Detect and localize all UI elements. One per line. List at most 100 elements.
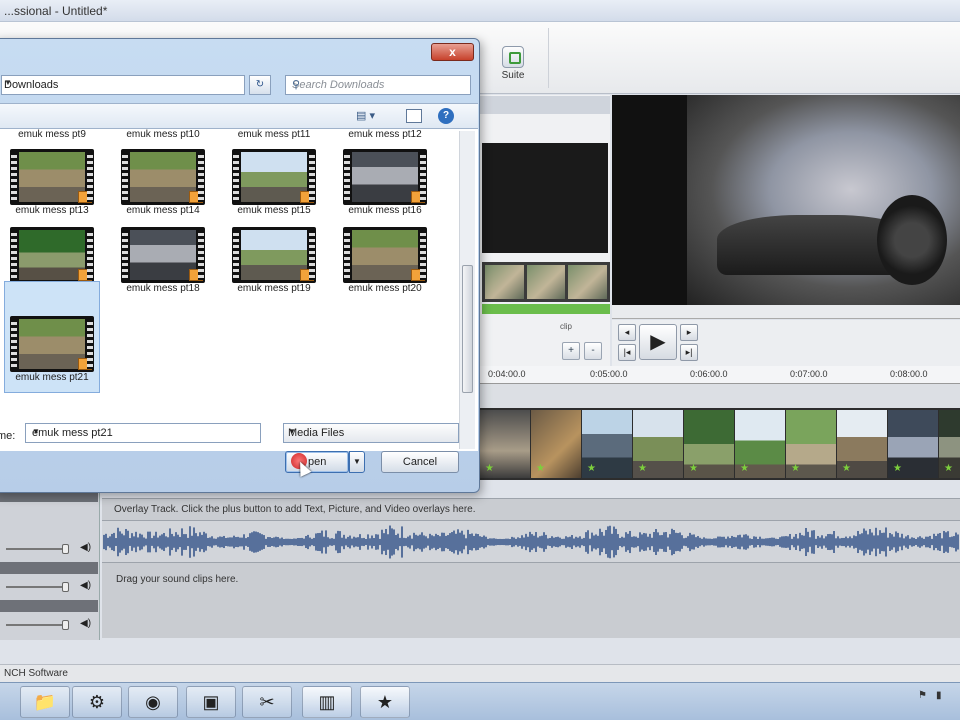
sound-volume-slider[interactable] [6,624,66,626]
chevron-down-icon[interactable]: ▼ [288,427,454,436]
status-bar: NCH Software [0,664,960,682]
file-item[interactable]: emuk mess pt21 [4,281,100,393]
search-input[interactable]: Search Downloads ⚲ [285,75,471,95]
file-item[interactable]: emuk mess pt15 [226,149,322,216]
video-clip-thumbnail[interactable]: ★ [837,410,887,478]
timeline-scroll-area[interactable] [480,384,960,408]
audio-volume-slider[interactable] [6,586,66,588]
video-editor-icon[interactable]: ▥ [302,686,352,718]
file-list-scrollbar[interactable] [459,131,475,449]
preview-ruler[interactable] [612,305,960,319]
scrollbar-thumb[interactable] [462,265,473,393]
suite-button[interactable]: Suite [494,26,532,88]
video-clip-thumbnail[interactable]: ★ [888,410,938,478]
search-icon[interactable]: ⚲ [292,78,466,91]
tray-network-icon[interactable]: ▮ [936,690,942,701]
control-panel-icon[interactable]: ⚙ [72,686,122,718]
cancel-button[interactable]: Cancel [381,451,459,473]
speaker-icon[interactable]: ◀) [80,580,91,591]
overlay-volume-slider[interactable] [6,548,66,550]
taskbar: 📁 ⚙ ◉ ▣ ✂ ▥ ★ [0,682,960,720]
star-app-icon[interactable]: ★ [360,686,410,718]
video-thumbnail [10,227,94,283]
open-options-arrow[interactable]: ▼ [349,451,365,473]
clip-label: clip [560,322,573,331]
timeline-ruler[interactable]: 0:04:00.0 0:05:00.0 0:06:00.0 0:07:00.0 … [480,366,960,384]
slider-knob[interactable] [62,620,69,630]
previous-frame-button[interactable]: ◂ [618,324,636,341]
snipping-tool-icon[interactable]: ✂ [242,686,292,718]
file-item[interactable]: emuk mess pt18 [115,227,211,294]
zoom-out-button[interactable]: - [584,342,602,360]
clip-filmstrip[interactable] [482,262,610,302]
clip-effect-icon[interactable]: ★ [791,463,800,474]
file-item[interactable]: emuk mess pt11 [226,129,322,140]
file-item[interactable]: emuk mess pt19 [226,227,322,294]
file-item[interactable]: emuk mess pt9 [4,129,100,140]
clip-effect-icon[interactable]: ★ [485,463,494,474]
address-bar[interactable]: Downloads ▼ [1,75,245,95]
filename-field[interactable]: emuk mess pt21 ▼ [25,423,261,443]
video-file-icon [189,191,203,203]
video-clip-thumbnail[interactable]: ★ [786,410,836,478]
clip-effect-icon[interactable]: ★ [893,463,902,474]
help-icon[interactable]: ? [438,108,454,124]
video-clip-thumbnail[interactable]: ★ [633,410,683,478]
video-thumbnail [121,227,205,283]
refresh-button[interactable]: ↻ [249,75,271,95]
suite-label: Suite [501,70,525,81]
preview-pane-icon[interactable] [406,109,422,123]
go-to-end-button[interactable]: ▸| [680,344,698,361]
close-button[interactable]: x [431,43,474,61]
file-list[interactable]: emuk mess pt9 emuk mess pt10 emuk mess pt1… [0,129,478,451]
folder-icon[interactable]: 📁 [20,686,70,718]
video-clip-thumbnail[interactable]: ★ [531,410,581,478]
status-text: NCH Software [4,668,68,679]
views-icon[interactable]: ▤ ▾ [356,109,375,122]
zoom-in-button[interactable]: + [562,342,580,360]
slider-knob[interactable] [62,582,69,592]
archive-icon[interactable]: ▣ [186,686,236,718]
audio-track[interactable] [102,520,960,562]
video-thumbnail [232,227,316,283]
file-item[interactable]: emuk mess pt13 [4,149,100,216]
clip-effect-icon[interactable]: ★ [536,463,545,474]
video-file-icon [78,269,92,281]
video-thumbnail [121,149,205,205]
file-name: emuk mess pt16 [348,205,422,216]
chrome-icon[interactable]: ◉ [128,686,178,718]
clip-effect-icon[interactable]: ★ [689,463,698,474]
overlay-track[interactable]: Overlay Track. Click the plus button to … [102,498,960,520]
chevron-down-icon[interactable]: ▼ [32,427,256,436]
video-clip-thumbnail[interactable]: ★ [582,410,632,478]
clip-effect-icon[interactable]: ★ [638,463,647,474]
video-clip-thumbnail[interactable]: ★ [684,410,734,478]
file-item[interactable]: emuk mess pt12 [337,129,433,140]
video-clip-thumbnail[interactable]: ★ [735,410,785,478]
chevron-down-icon[interactable]: ▼ [4,78,241,87]
next-frame-button[interactable]: ▸ [680,324,698,341]
video-clip-thumbnail[interactable]: ★ [939,410,960,478]
file-item[interactable]: emuk mess pt10 [115,129,211,140]
video-clip-thumbnail[interactable]: ★ [480,410,530,478]
video-track[interactable]: ★ ★ ★ ★ ★ ★ ★ ★ ★ ★ [480,408,960,480]
file-item[interactable]: emuk mess pt14 [115,149,211,216]
clip-effect-icon[interactable]: ★ [587,463,596,474]
clip-effect-icon[interactable]: ★ [740,463,749,474]
file-item[interactable]: emuk mess pt20 [337,227,433,294]
file-type-select[interactable]: Media Files ▼ [283,423,459,443]
tray-flag-icon[interactable]: ⚑ [918,690,927,701]
video-file-icon [78,358,92,370]
clips-tab-bar[interactable] [480,96,610,114]
go-to-start-button[interactable]: |◂ [618,344,636,361]
clip-effect-icon[interactable]: ★ [842,463,851,474]
slider-knob[interactable] [62,544,69,554]
file-name: emuk mess pt13 [15,205,89,216]
sound-track[interactable]: Drag your sound clips here. [102,562,960,638]
play-button[interactable]: ▶ [639,324,677,360]
ruler-tick: 0:05:00.0 [590,369,628,379]
file-item[interactable]: emuk mess pt16 [337,149,433,216]
speaker-icon[interactable]: ◀) [80,618,91,629]
clip-effect-icon[interactable]: ★ [944,463,953,474]
speaker-icon[interactable]: ◀) [80,542,91,553]
